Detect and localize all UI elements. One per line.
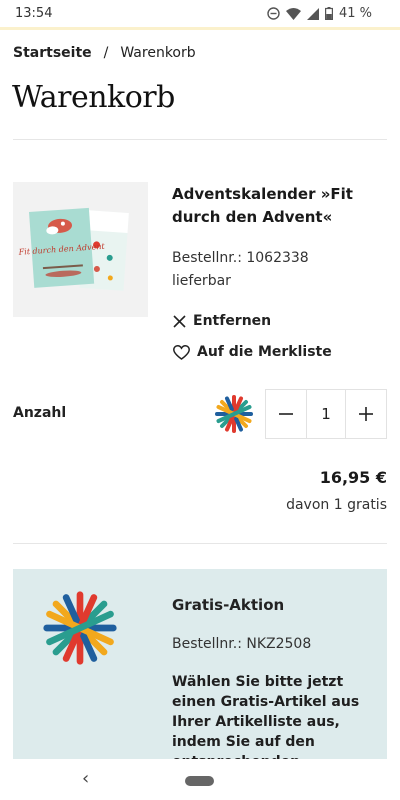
status-icons: 41 % [267, 6, 372, 21]
product-order-number: Bestellnr.: 1062338 [172, 250, 309, 266]
wishlist-label: Auf die Merkliste [197, 344, 332, 360]
product-availability: lieferbar [172, 273, 231, 289]
status-bar: 13:54 41 % [0, 0, 400, 30]
battery-icon [324, 7, 333, 20]
product-image[interactable]: Fit durch den Advent [13, 182, 148, 317]
promo-order-number: Bestellnr.: NKZ2508 [172, 636, 312, 652]
remove-label: Entfernen [193, 313, 272, 329]
promo-text: Wählen Sie bitte jetzt einen Gratis-Arti… [172, 674, 360, 759]
divider [13, 139, 387, 140]
product-title[interactable]: Adventskalender »Fit durch den Advent« [172, 183, 392, 229]
quantity-label: Anzahl [13, 405, 67, 421]
heart-icon [173, 344, 190, 360]
battery-level: 41 % [338, 6, 372, 21]
close-icon [173, 314, 186, 328]
breadcrumb-separator: / [103, 45, 109, 61]
do-not-disturb-icon [267, 7, 280, 20]
gratis-promo-box: Gratis-Aktion Bestellnr.: NKZ2508 Wählen… [13, 569, 387, 759]
gratis-logo-icon [43, 591, 117, 665]
breadcrumb-current: Warenkorb [120, 45, 196, 61]
navigation-bar: ‹ [0, 760, 400, 800]
minus-icon [279, 413, 293, 415]
back-icon[interactable]: ‹ [82, 768, 89, 789]
plus-icon [359, 407, 373, 421]
divider [13, 543, 387, 544]
status-time: 13:54 [15, 6, 53, 21]
quantity-stepper: 1 [265, 389, 387, 439]
add-to-wishlist-button[interactable]: Auf die Merkliste [173, 344, 332, 360]
gratis-logo-icon [215, 395, 253, 433]
product-price: 16,95 € [319, 468, 387, 487]
decrease-quantity-button[interactable] [266, 390, 306, 438]
home-pill[interactable] [185, 776, 214, 786]
increase-quantity-button[interactable] [346, 390, 386, 438]
signal-icon [306, 7, 319, 20]
breadcrumb: Startseite / Warenkorb [13, 45, 196, 61]
promo-title: Gratis-Aktion [172, 596, 285, 614]
quantity-value[interactable]: 1 [306, 390, 346, 438]
breadcrumb-home-link[interactable]: Startseite [13, 45, 92, 61]
page-title: Warenkorb [12, 80, 175, 115]
remove-button[interactable]: Entfernen [173, 313, 271, 329]
wifi-icon [285, 7, 301, 20]
price-note: davon 1 gratis [286, 497, 387, 513]
